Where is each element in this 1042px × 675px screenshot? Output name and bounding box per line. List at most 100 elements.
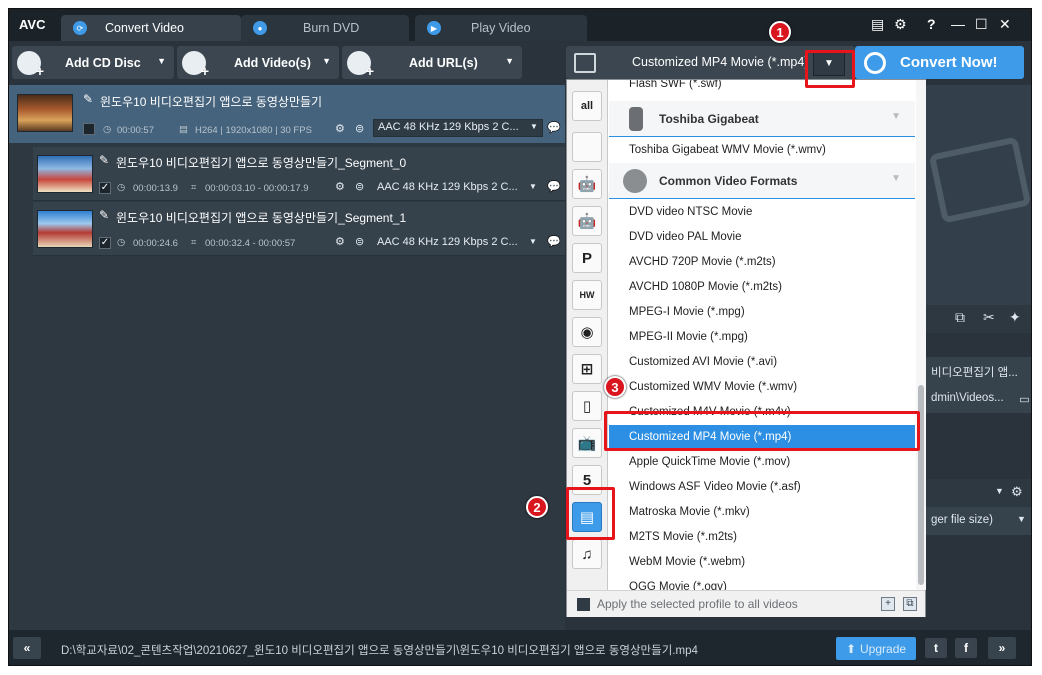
close-button[interactable]: ✕ [999,16,1011,33]
apply-all-label: Apply the selected profile to all videos [597,597,798,611]
expand-button[interactable]: » [988,637,1016,659]
group-header[interactable]: Toshiba Gigabeat ▼ [609,101,915,137]
segment-checkbox[interactable]: ✓ [99,182,111,194]
output-folder-field[interactable]: dmin\Videos... ▭ [925,385,1031,413]
magic-wand-icon[interactable]: ✦ [1009,309,1021,326]
clock-icon: ◷ [103,124,112,135]
refresh-icon [864,51,886,74]
category-tv-icon[interactable]: 📺 [572,428,602,458]
chevron-down-icon[interactable]: ▼ [157,56,166,66]
size-option-select[interactable]: ger file size) ▼ [925,507,1031,535]
film-reel-icon [928,136,1031,224]
minimize-button[interactable]: — [951,16,965,32]
audio-track[interactable]: AAC 48 KHz 129 Kbps 2 C... [377,236,518,248]
profile-item[interactable]: OGG Movie (*.ogv) [609,575,915,590]
pencil-icon[interactable]: ✎ [83,92,93,106]
profile-item[interactable]: Customized WMV Movie (*.wmv) [609,375,915,400]
profile-item[interactable]: Windows ASF Video Movie (*.asf) [609,475,915,500]
segment-row[interactable]: ✎ 윈도우10 비디오편집기 앱으로 동영상만들기_Segment_1 ✓ ◷ … [33,202,565,256]
audio-settings-icon[interactable]: ⚙ [335,180,345,193]
profile-item[interactable]: Matroska Movie (*.mkv) [609,500,915,525]
tab-burn-dvd[interactable]: ● Burn DVD [241,15,409,41]
group-header[interactable]: Common Video Formats ▼ [609,163,915,199]
copy-profile-icon[interactable]: ⧉ [903,597,917,611]
facebook-icon[interactable]: f [955,638,977,658]
comment-icon[interactable]: 💬 [547,180,561,193]
category-android-icon[interactable]: 🤖 [572,206,602,236]
profile-item[interactable]: DVD video PAL Movie [609,225,915,250]
copy-icon[interactable]: ⧉ [955,309,965,326]
option-select[interactable]: ▼ ⚙ [925,479,1031,507]
pencil-icon[interactable]: ✎ [99,208,109,222]
chevron-down-icon[interactable]: ▼ [322,56,331,66]
profile-item[interactable]: AVCHD 720P Movie (*.m2ts) [609,250,915,275]
profile-item[interactable]: MPEG-II Movie (*.mpg) [609,325,915,350]
twitter-icon[interactable]: t [925,638,947,658]
chevron-down-icon[interactable]: ▼ [529,182,537,191]
category-windows-icon[interactable]: ⊞ [572,354,602,384]
file-checkbox[interactable] [83,123,95,135]
collapse-button[interactable]: « [13,637,41,659]
profile-item[interactable]: DVD video NTSC Movie [609,200,915,225]
segment-checkbox[interactable]: ✓ [99,237,111,249]
tab-play-video[interactable]: ▶ Play Video [415,15,587,41]
category-android-samsung-icon[interactable]: 🤖 [572,169,602,199]
selected-profile: Customized MP4 Movie (*.mp4) [632,55,809,69]
help-button[interactable]: ? [927,16,936,32]
add-profile-icon[interactable]: + [881,597,895,611]
subtitle-icon[interactable]: ⊜ [355,235,364,248]
add-cd-button[interactable]: Add CD Disc ▼ [12,46,174,79]
gear-icon[interactable]: ⚙ [1011,484,1023,500]
segment-duration: 00:00:24.6 [133,238,178,249]
profile-item[interactable]: MPEG-I Movie (*.mpg) [609,300,915,325]
category-mobile-icon[interactable]: ▯ [572,391,602,421]
subtitle-icon[interactable]: ⊜ [355,180,364,193]
subtitle-icon[interactable]: ⊜ [355,122,364,135]
scissors-icon[interactable]: ✂ [983,309,995,326]
tab-label: Convert Video [105,21,184,35]
file-row-main[interactable]: ✎ 윈도우10 비디오편집기 앱으로 동영상만들기 ◷ 00:00:57 ▤ H… [9,85,565,143]
scrollbar[interactable] [916,80,926,590]
profile-item[interactable]: WebM Movie (*.webm) [609,550,915,575]
film-reel-icon [623,169,647,193]
audio-track[interactable]: AAC 48 KHz 129 Kbps 2 C... [377,181,518,193]
tab-convert-video[interactable]: ⟳ Convert Video [61,15,241,41]
profile-item[interactable]: AVCHD 1080P Movie (*.m2ts) [609,275,915,300]
gear-icon[interactable]: ⚙ [894,16,907,33]
apply-all-checkbox[interactable] [577,598,590,611]
comment-icon[interactable]: 💬 [547,235,561,248]
popup-footer: Apply the selected profile to all videos… [567,590,925,617]
chevron-down-icon[interactable]: ▼ [529,237,537,246]
notes-icon[interactable]: ▤ [871,16,884,33]
segment-row[interactable]: ✎ 윈도우10 비디오편집기 앱으로 동영상만들기_Segment_0 ✓ ◷ … [33,147,565,201]
category-music-icon[interactable]: ♫ [572,539,602,569]
chevron-down-icon[interactable]: ▼ [505,56,514,66]
category-huawei-icon[interactable]: HW [572,280,602,310]
category-lg-icon[interactable]: ◉ [572,317,602,347]
film-add-icon [182,50,209,79]
convert-icon: ⟳ [73,21,87,35]
video-info: H264 | 1920x1080 | 30 FPS [195,125,312,136]
upgrade-button[interactable]: ⬆ Upgrade [836,637,916,660]
output-folder: dmin\Videos... [931,392,1004,404]
category-all-icon[interactable]: all [572,91,602,121]
profile-item[interactable]: M2TS Movie (*.m2ts) [609,525,915,550]
category-playstation-icon[interactable]: P [572,243,602,273]
add-video-button[interactable]: Add Video(s) ▼ [177,46,339,79]
output-path: D:\학교자료\02_콘텐츠작업\20210627_윈도10 비디오편집기 앱으… [61,645,698,657]
profile-item[interactable]: Apple QuickTime Movie (*.mov) [609,450,915,475]
comment-icon[interactable]: 💬 [547,121,561,134]
audio-settings-icon[interactable]: ⚙ [335,235,345,248]
profile-item[interactable]: Toshiba Gigabeat WMV Movie (*.wmv) [609,138,915,163]
category-apple-icon[interactable] [572,132,602,162]
convert-now-button[interactable]: Convert Now! [855,46,1024,79]
profile-item[interactable]: Customized AVI Movie (*.avi) [609,350,915,375]
folder-icon[interactable]: ▭ [1019,392,1030,406]
add-url-button[interactable]: Add URL(s) ▼ [342,46,522,79]
pencil-icon[interactable]: ✎ [99,153,109,167]
profile-item[interactable]: Flash SWF (*.swf) [609,80,915,97]
audio-settings-icon[interactable]: ⚙ [335,122,345,135]
maximize-button[interactable]: ☐ [975,16,988,33]
output-name-field[interactable]: 비디오편집기 앱... [925,357,1031,385]
audio-track-select[interactable]: AAC 48 KHz 129 Kbps 2 C... ▼ [373,119,543,137]
